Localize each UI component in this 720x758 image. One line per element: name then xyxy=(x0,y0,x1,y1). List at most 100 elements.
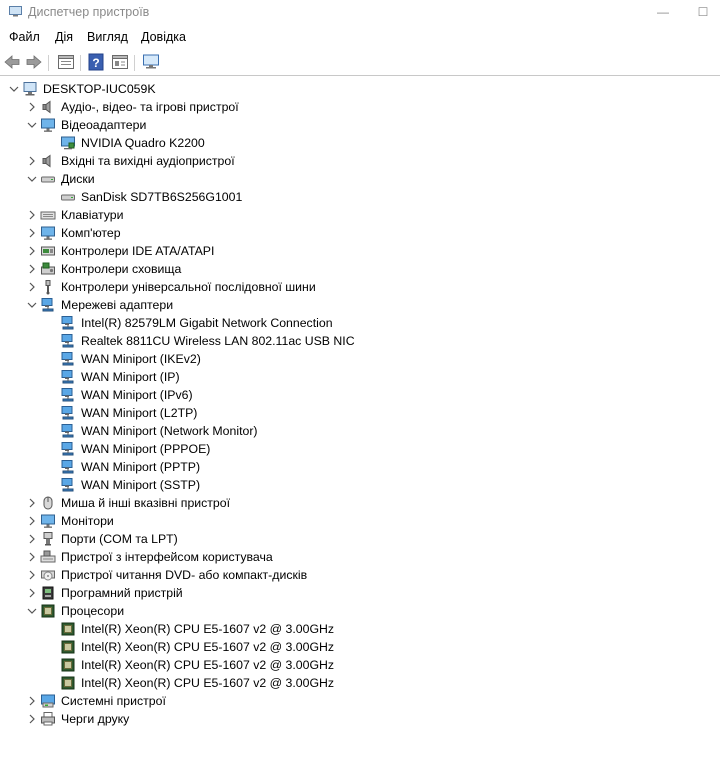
tree-node[interactable]: Миша й інші вказівні пристрої xyxy=(0,494,720,512)
chevron-down-icon[interactable] xyxy=(26,172,38,186)
tree-node[interactable]: Пристрої читання DVD- або компакт-дисків xyxy=(0,566,720,584)
keyboard-icon xyxy=(40,211,56,220)
tree-node[interactable]: Комп'ютер xyxy=(0,224,720,242)
tree-node[interactable]: Контролери IDE ATA/ATAPI xyxy=(0,242,720,260)
chevron-right-icon[interactable] xyxy=(26,208,38,222)
chevron-down-icon[interactable] xyxy=(26,298,38,312)
tree-node-label: Intel(R) Xeon(R) CPU E5-1607 v2 @ 3.00GH… xyxy=(81,640,335,654)
tree-node[interactable]: Пристрої з інтерфейсом користувача xyxy=(0,548,720,566)
display-adapter-icon xyxy=(61,136,75,150)
toolbar: ? xyxy=(0,50,720,74)
tree-node-label: Процесори xyxy=(61,604,125,618)
tree-node-label: WAN Miniport (PPPOE) xyxy=(81,442,211,456)
chevron-right-icon[interactable] xyxy=(26,550,38,564)
chevron-down-icon[interactable] xyxy=(26,118,38,132)
chevron-right-icon[interactable] xyxy=(26,100,38,114)
tree-node[interactable]: WAN Miniport (Network Monitor) xyxy=(0,422,720,440)
network-icon xyxy=(61,460,74,474)
tree-node[interactable]: Intel(R) 82579LM Gigabit Network Connect… xyxy=(0,314,720,332)
tree-node[interactable]: Intel(R) Xeon(R) CPU E5-1607 v2 @ 3.00GH… xyxy=(0,638,720,656)
network-icon xyxy=(61,406,74,420)
tree-node-label: Intel(R) Xeon(R) CPU E5-1607 v2 @ 3.00GH… xyxy=(81,658,335,672)
chevron-right-icon[interactable] xyxy=(26,532,38,546)
processor-icon xyxy=(61,658,75,672)
chevron-right-icon[interactable] xyxy=(26,244,38,258)
chevron-down-icon[interactable] xyxy=(26,604,38,618)
tree-node[interactable]: Аудіо-, відео- та ігрові пристрої xyxy=(0,98,720,116)
tree-node[interactable]: Intel(R) Xeon(R) CPU E5-1607 v2 @ 3.00GH… xyxy=(0,620,720,638)
scan-hardware-icon[interactable] xyxy=(141,52,161,72)
tree-node[interactable]: DESKTOP-IUC059K xyxy=(0,80,720,98)
toolbar-separator xyxy=(48,55,49,71)
menu-view[interactable]: Вигляд xyxy=(87,30,128,44)
chevron-right-icon[interactable] xyxy=(26,262,38,276)
tree-node-label: Пристрої з інтерфейсом користувача xyxy=(61,550,273,564)
processor-icon xyxy=(61,622,75,636)
menu-help[interactable]: Довідка xyxy=(141,30,186,44)
tree-node[interactable]: NVIDIA Quadro K2200 xyxy=(0,134,720,152)
tree-node[interactable]: WAN Miniport (IP) xyxy=(0,368,720,386)
tree-node[interactable]: Монітори xyxy=(0,512,720,530)
printer-icon xyxy=(41,712,55,726)
tree-node[interactable]: Контролери універсальної послідовної шин… xyxy=(0,278,720,296)
tree-node[interactable]: WAN Miniport (SSTP) xyxy=(0,476,720,494)
tree-node[interactable]: SanDisk SD7TB6S256G1001 xyxy=(0,188,720,206)
menu-file[interactable]: Файл xyxy=(9,30,40,44)
tree-node[interactable]: Програмний пристрій xyxy=(0,584,720,602)
menu-action[interactable]: Дія xyxy=(55,30,73,44)
device-view-icon[interactable] xyxy=(110,52,130,72)
tree-node-label: Миша й інші вказівні пристрої xyxy=(61,496,231,510)
tree-node[interactable]: WAN Miniport (PPPOE) xyxy=(0,440,720,458)
window-title: Диспетчер пристроїв xyxy=(28,5,150,19)
tree-node[interactable]: Порти (COM та LPT) xyxy=(0,530,720,548)
chevron-right-icon[interactable] xyxy=(26,712,38,726)
tree-node-label: Вхідні та вихідні аудіопристрої xyxy=(61,154,235,168)
tree-node-label: WAN Miniport (IKEv2) xyxy=(81,352,201,366)
toolbar-separator xyxy=(134,55,135,71)
tree-node-label: Програмний пристрій xyxy=(61,586,183,600)
usb-icon xyxy=(45,280,51,295)
monitor-icon xyxy=(41,514,55,528)
network-icon xyxy=(61,370,74,384)
tree-node[interactable]: Intel(R) Xeon(R) CPU E5-1607 v2 @ 3.00GH… xyxy=(0,674,720,692)
processor-icon xyxy=(41,604,55,618)
properties-icon[interactable] xyxy=(56,52,76,72)
chevron-right-icon[interactable] xyxy=(26,226,38,240)
chevron-right-icon[interactable] xyxy=(26,568,38,582)
maximize-button[interactable]: ☐ xyxy=(686,0,720,26)
chevron-right-icon[interactable] xyxy=(26,280,38,294)
tree-node-label: Пристрої читання DVD- або компакт-дисків xyxy=(61,568,308,582)
tree-node[interactable]: Контролери сховища xyxy=(0,260,720,278)
disk-icon xyxy=(41,176,55,183)
tree-node-label: Диски xyxy=(61,172,95,186)
tree-node[interactable]: Вхідні та вихідні аудіопристрої xyxy=(0,152,720,170)
chevron-right-icon[interactable] xyxy=(26,694,38,708)
tree-node[interactable]: Диски xyxy=(0,170,720,188)
chevron-right-icon[interactable] xyxy=(26,586,38,600)
forward-arrow-icon[interactable] xyxy=(24,52,44,72)
tree-node[interactable]: Realtek 8811CU Wireless LAN 802.11ac USB… xyxy=(0,332,720,350)
speaker-icon xyxy=(42,154,51,168)
tree-node[interactable]: WAN Miniport (IKEv2) xyxy=(0,350,720,368)
monitor-icon xyxy=(41,226,55,240)
tree-node[interactable]: Системні пристрої xyxy=(0,692,720,710)
tree-node-label: Intel(R) Xeon(R) CPU E5-1607 v2 @ 3.00GH… xyxy=(81,622,335,636)
toolbar-separator xyxy=(80,55,81,71)
tree-node[interactable]: Клавіатури xyxy=(0,206,720,224)
chevron-right-icon[interactable] xyxy=(26,514,38,528)
tree-node[interactable]: WAN Miniport (IPv6) xyxy=(0,386,720,404)
help-icon[interactable]: ? xyxy=(86,52,106,72)
tree-node[interactable]: Процесори xyxy=(0,602,720,620)
chevron-right-icon[interactable] xyxy=(26,496,38,510)
tree-node[interactable]: Мережеві адаптери xyxy=(0,296,720,314)
back-arrow-icon[interactable] xyxy=(2,52,22,72)
tree-node[interactable]: Відеоадаптери xyxy=(0,116,720,134)
tree-node-label: DESKTOP-IUC059K xyxy=(43,82,156,96)
tree-node[interactable]: Черги друку xyxy=(0,710,720,728)
minimize-button[interactable]: — xyxy=(640,0,686,26)
chevron-right-icon[interactable] xyxy=(26,154,38,168)
tree-node[interactable]: WAN Miniport (L2TP) xyxy=(0,404,720,422)
tree-node[interactable]: WAN Miniport (PPTP) xyxy=(0,458,720,476)
chevron-down-icon[interactable] xyxy=(8,82,20,96)
tree-node[interactable]: Intel(R) Xeon(R) CPU E5-1607 v2 @ 3.00GH… xyxy=(0,656,720,674)
